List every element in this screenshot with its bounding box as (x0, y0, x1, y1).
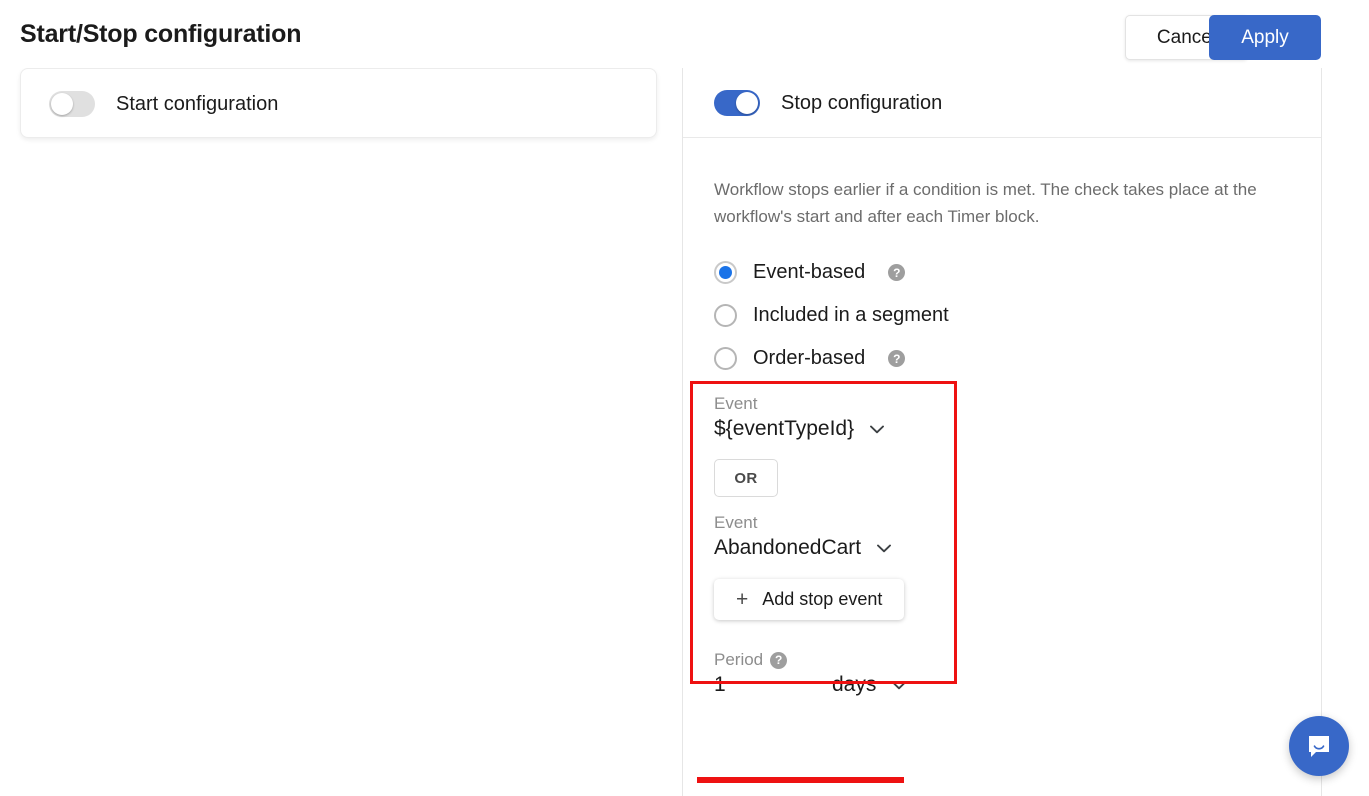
stop-condition-radio-group: Event-based ? Included in a segment Orde… (714, 251, 1290, 380)
stop-configuration-toggle[interactable] (714, 90, 760, 116)
start-configuration-toggle[interactable] (49, 91, 95, 117)
stop-configuration-label: Stop configuration (781, 91, 943, 114)
start-configuration-label: Start configuration (116, 92, 279, 115)
chat-bubble-icon (1309, 736, 1329, 757)
stop-configuration-toggle-row[interactable]: Stop configuration (714, 68, 942, 138)
stop-event-value-2: AbandonedCart (714, 536, 862, 559)
chevron-down-icon[interactable] (877, 544, 892, 553)
chat-launcher-button[interactable] (1289, 716, 1349, 776)
or-button[interactable]: OR (714, 459, 778, 497)
radio-option-order-based[interactable]: Order-based ? (714, 337, 1290, 380)
add-stop-event-button[interactable]: + Add stop event (714, 579, 905, 620)
dialog-header: Start/Stop configuration Cancel Apply (0, 0, 1369, 68)
stop-event-value-1: ${eventTypeId} (714, 417, 855, 440)
radio-label: Order-based (753, 347, 866, 369)
add-stop-event-label: Add stop event (762, 589, 883, 609)
toggle-knob (51, 93, 73, 115)
stop-event-label-2: Event (714, 513, 758, 532)
stop-configuration-description: Workflow stops earlier if a condition is… (714, 180, 1257, 226)
radio-option-event-based[interactable]: Event-based ? (714, 251, 1290, 294)
stop-event-label-1: Event (714, 394, 758, 413)
radio-label: Included in a segment (753, 304, 949, 326)
radio-option-included-in-segment[interactable]: Included in a segment (714, 294, 1290, 337)
stop-event-field-2: Event AbandonedCart (714, 513, 1290, 560)
radio-indicator[interactable] (714, 304, 737, 327)
radio-indicator[interactable] (714, 347, 737, 370)
period-number-input[interactable]: 1 (714, 673, 832, 697)
period-unit-value: days (832, 673, 877, 696)
stop-configuration-body: Workflow stops earlier if a condition is… (683, 176, 1321, 697)
period-unit-select[interactable]: days (832, 673, 907, 697)
period-value-row: 1 days (714, 673, 1290, 697)
start-configuration-card: Start configuration (20, 68, 657, 138)
stop-event-select-2[interactable]: AbandonedCart (714, 536, 892, 560)
radio-label: Event-based (753, 261, 866, 283)
plus-icon: + (736, 588, 749, 611)
chevron-down-icon[interactable] (870, 425, 885, 434)
period-label-row: Period ? (714, 650, 1290, 670)
stop-event-field-1: Event ${eventTypeId} (714, 394, 1290, 441)
chevron-down-icon[interactable] (892, 681, 907, 690)
help-icon[interactable]: ? (888, 264, 906, 281)
start-configuration-toggle-row[interactable]: Start configuration (49, 69, 278, 139)
apply-button[interactable]: Apply (1209, 15, 1321, 60)
radio-indicator[interactable] (714, 261, 737, 284)
stop-configuration-panel: Stop configuration Workflow stops earlie… (682, 68, 1322, 796)
toggle-knob (736, 92, 758, 114)
period-label: Period (714, 650, 764, 669)
page-title: Start/Stop configuration (20, 20, 302, 48)
stop-configuration-header: Stop configuration (683, 68, 1321, 138)
period-field: Period ? 1 days (714, 650, 1290, 697)
stop-event-select-1[interactable]: ${eventTypeId} (714, 417, 885, 441)
help-icon[interactable]: ? (770, 651, 788, 669)
help-icon[interactable]: ? (888, 350, 906, 367)
app-root: Start/Stop configuration Cancel Apply St… (0, 0, 1369, 796)
